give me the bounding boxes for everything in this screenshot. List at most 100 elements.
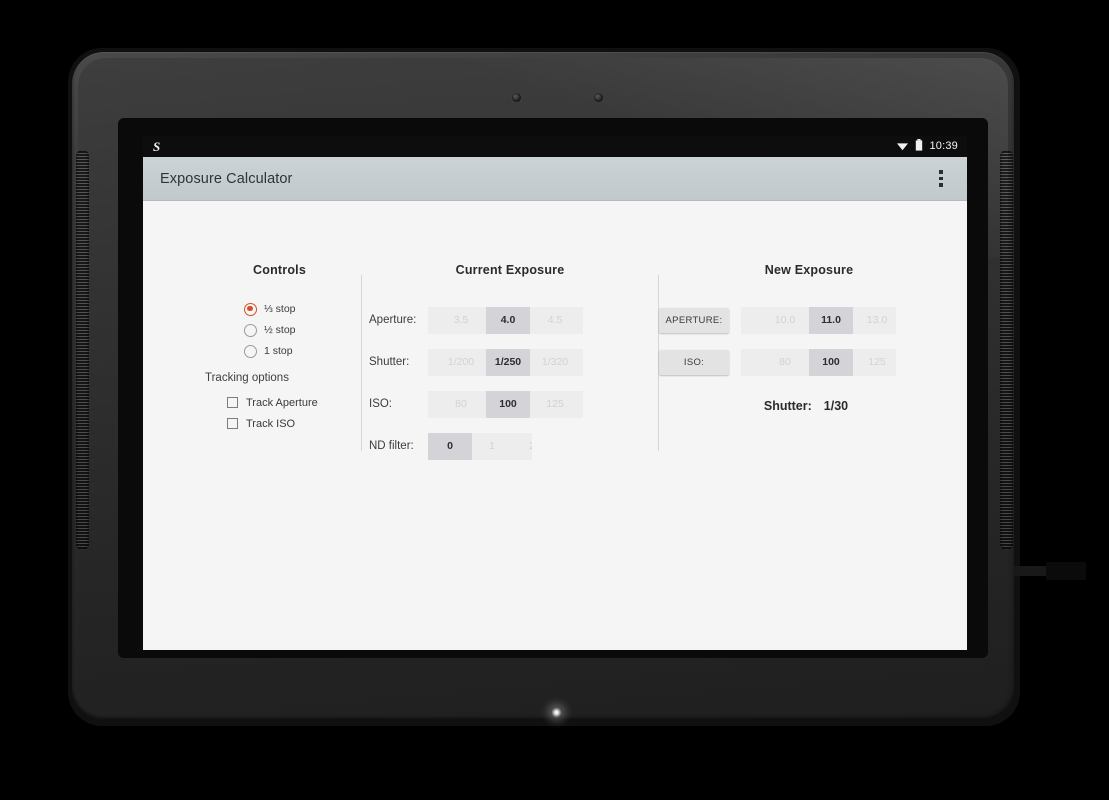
picker-cell-selected[interactable]: 11.0 [809, 306, 853, 334]
picker-track: 010.011.013.014 [741, 306, 896, 334]
new-aperture-picker[interactable]: 010.011.013.014 [741, 306, 896, 334]
new-aperture-row: APERTURE:010.011.013.014 [659, 299, 959, 341]
picker-cell[interactable]: 125 [853, 348, 896, 376]
new-shutter-value: 1/30 [823, 399, 849, 413]
picker-cell[interactable]: 4 [741, 348, 761, 376]
status-bar: S 10:39 [143, 136, 967, 157]
picker-track: 601/2001/2501/3201/4 [428, 348, 583, 376]
current-iso-row: ISO: 48010012516 [362, 383, 658, 425]
new-iso-row: ISO: 48010012516 [659, 341, 959, 383]
app-content: Controls ⅓ stop ½ stop 1 stop Tracking opt… [143, 201, 967, 650]
picker-track: 012 [428, 432, 532, 460]
picker-cell[interactable]: 10.0 [761, 306, 809, 334]
picker-cell[interactable]: 13.0 [853, 306, 896, 334]
current-exposure-panel: Current Exposure Aperture:23.54.04.55Shu… [362, 263, 658, 467]
speaker-grille-right [1000, 150, 1013, 550]
current-nd-filter-label: ND filter: [369, 440, 414, 452]
overflow-dot [939, 183, 943, 187]
new-iso-button[interactable]: ISO: [659, 349, 729, 375]
current-exposure-title: Current Exposure [455, 263, 565, 277]
tracking-option-label: Track ISO [246, 417, 296, 430]
picker-cell[interactable]: 2 [512, 432, 532, 460]
tablet-port-inner [1014, 566, 1048, 576]
current-shutter-picker[interactable]: 601/2001/2501/3201/4 [428, 348, 583, 376]
picker-cell[interactable]: 1 [472, 432, 512, 460]
panels-container: Controls ⅓ stop ½ stop 1 stop Tracking opt… [143, 263, 967, 467]
overflow-dot [939, 176, 943, 181]
new-exposure-panel: New Exposure APERTURE:010.011.013.014ISO… [659, 263, 959, 413]
new-exposure-title: New Exposure [764, 263, 854, 277]
current-aperture-picker[interactable]: 23.54.04.55 [428, 306, 583, 334]
controls-panel-title: Controls [253, 263, 306, 277]
current-exposure-rows: Aperture:23.54.04.55Shutter:601/2001/250… [362, 299, 658, 467]
checkbox-icon [227, 397, 238, 408]
picker-cell-selected[interactable]: 1/250 [486, 348, 530, 376]
new-shutter-label: Shutter: [763, 399, 812, 413]
wifi-icon [896, 138, 909, 156]
tablet-port [1046, 562, 1086, 580]
stop-option-label: ⅓ stop [264, 303, 296, 315]
stop-option-label: 1 stop [264, 345, 293, 357]
battery-icon [915, 138, 923, 156]
status-bar-right: 10:39 [896, 138, 958, 156]
picker-cell[interactable]: 60 [428, 348, 436, 376]
stop-increment-radio-group: ⅓ stop ½ stop 1 stop [198, 299, 361, 361]
picker-cell-selected[interactable]: 100 [809, 348, 853, 376]
picker-cell[interactable]: 16 [580, 390, 583, 418]
new-shutter-result: Shutter: 1/30 [659, 399, 959, 413]
stop-option-0[interactable]: ⅓ stop [244, 299, 361, 319]
picker-cell[interactable]: 4 [428, 390, 436, 418]
radio-button-icon [244, 302, 257, 316]
picker-cell[interactable]: 1/200 [436, 348, 486, 376]
new-iso-picker[interactable]: 48010012516 [741, 348, 896, 376]
checkbox-icon [227, 418, 238, 429]
current-aperture-row: Aperture: 23.54.04.55 [362, 299, 658, 341]
picker-cell-selected[interactable]: 4.0 [486, 306, 530, 334]
app-bar: Exposure Calculator [143, 157, 967, 201]
tracking-option-1[interactable]: Track ISO [227, 413, 361, 434]
current-iso-picker[interactable]: 48010012516 [428, 390, 583, 418]
picker-cell[interactable]: 5 [580, 306, 583, 334]
picker-cell[interactable]: 0 [741, 306, 761, 334]
current-shutter-label: Shutter: [369, 356, 410, 368]
picker-cell[interactable]: 80 [761, 348, 809, 376]
current-aperture-label: Aperture: [369, 314, 417, 326]
current-shutter-row: Shutter: 601/2001/2501/3201/4 [362, 341, 658, 383]
picker-cell[interactable]: 2 [428, 306, 436, 334]
tracking-options-label: Tracking options [205, 372, 289, 384]
stop-option-1[interactable]: ½ stop [244, 320, 361, 340]
overflow-menu-icon[interactable] [927, 162, 955, 196]
picker-cell[interactable]: 80 [436, 390, 486, 418]
picker-cell[interactable]: 1/4 [580, 348, 583, 376]
device-screen: S 10:39 Exposure Calculator Controls ⅓ s… [143, 136, 967, 650]
picker-track: 48010012516 [428, 390, 583, 418]
status-bar-left: S [153, 140, 896, 153]
tracking-option-0[interactable]: Track Aperture [227, 392, 361, 413]
radio-button-icon [244, 344, 257, 358]
overflow-dot [939, 170, 943, 174]
picker-cell[interactable]: 3.5 [436, 306, 486, 334]
picker-cell[interactable]: 4.5 [530, 306, 580, 334]
current-iso-label: ISO: [369, 398, 393, 410]
tracking-option-label: Track Aperture [246, 396, 318, 409]
notification-led [551, 707, 562, 718]
picker-cell[interactable]: 125 [530, 390, 580, 418]
page-title: Exposure Calculator [160, 170, 293, 187]
picker-cell[interactable]: 1/320 [530, 348, 580, 376]
picker-track: 23.54.04.55 [428, 306, 583, 334]
picker-cell-selected[interactable]: 0 [428, 432, 472, 460]
stop-option-2[interactable]: 1 stop [244, 341, 361, 361]
current-nd-filter-row: ND filter: 012 [362, 425, 658, 467]
new-aperture-button[interactable]: APERTURE: [659, 307, 729, 333]
new-exposure-rows: APERTURE:010.011.013.014ISO:48010012516 [659, 299, 959, 383]
ambient-sensor-icon [594, 93, 603, 102]
stop-option-label: ½ stop [264, 324, 296, 336]
picker-track: 48010012516 [741, 348, 896, 376]
current-nd-filter-picker[interactable]: 012 [428, 432, 532, 460]
controls-panel: Controls ⅓ stop ½ stop 1 stop Tracking opt… [143, 263, 361, 434]
tracking-checkbox-group: Track Aperture Track ISO [198, 392, 361, 434]
picker-cell-selected[interactable]: 100 [486, 390, 530, 418]
radio-button-icon [244, 323, 257, 337]
front-camera-icon [512, 93, 521, 102]
status-bar-clock: 10:39 [929, 140, 958, 152]
